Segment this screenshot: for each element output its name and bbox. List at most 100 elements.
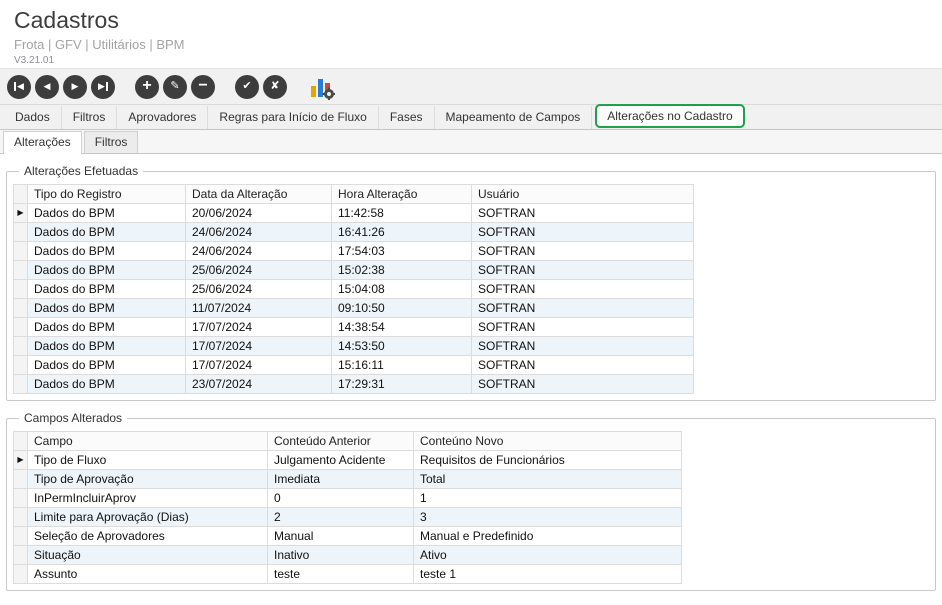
pencil-icon: ✎	[170, 80, 180, 92]
groupbox-legend: Alterações Efetuadas	[24, 164, 139, 178]
version-label: V3.21.01	[14, 55, 55, 66]
row-indicator-cell	[13, 355, 28, 375]
table-row[interactable]: ▶ Tipo de Fluxo Julgamento Acidente Requisi…	[13, 450, 682, 470]
row-indicator-cell	[13, 298, 28, 318]
table-cell: teste 1	[413, 564, 682, 584]
table-row[interactable]: Dados do BPM 24/06/2024 17:54:03 SOFTRAN	[13, 241, 694, 261]
next-record-button[interactable]: ▶	[63, 74, 87, 99]
last-record-button[interactable]: ▶	[91, 74, 115, 99]
table-cell: Dados do BPM	[27, 279, 186, 299]
table-cell: SOFTRAN	[471, 222, 694, 242]
bar-chart-gear-icon	[311, 78, 335, 100]
table-row[interactable]: Seleção de Aprovadores Manual Manual e Pre…	[13, 526, 682, 546]
table-row[interactable]: Limite para Aprovação (Dias) 2 3	[13, 507, 682, 527]
table-cell: SOFTRAN	[471, 317, 694, 337]
table-row[interactable]: Dados do BPM 17/07/2024 14:38:54 SOFTRAN	[13, 317, 694, 337]
table-cell: Dados do BPM	[27, 336, 186, 356]
row-indicator-cell	[13, 241, 28, 261]
column-header[interactable]: Campo	[27, 431, 268, 451]
table-cell: Dados do BPM	[27, 355, 186, 375]
table-row[interactable]: Dados do BPM 25/06/2024 15:04:08 SOFTRAN	[13, 279, 694, 299]
table-cell: Julgamento Acidente	[267, 450, 414, 470]
subtab-alteracoes[interactable]: Alterações	[3, 131, 82, 154]
table-cell: 17:29:31	[331, 374, 472, 394]
table-cell: Dados do BPM	[27, 222, 186, 242]
column-header[interactable]: Conteúdo Anterior	[267, 431, 414, 451]
groupbox-alteracoes-efetuadas: Alterações Efetuadas Tipo do Registro Dat…	[6, 164, 936, 401]
table-cell: Total	[413, 469, 682, 489]
campos-grid: Campo Conteúdo Anterior Conteúno Novo ▶ Tipo…	[13, 431, 682, 584]
check-icon: ✔	[242, 80, 252, 92]
table-cell: 17/07/2024	[185, 355, 332, 375]
table-cell: 2	[267, 507, 414, 527]
row-indicator-cell	[13, 469, 28, 489]
row-indicator-icon: ▶	[13, 450, 28, 470]
table-row[interactable]: Dados do BPM 25/06/2024 15:02:38 SOFTRAN	[13, 260, 694, 280]
table-cell: 11:42:58	[331, 203, 472, 223]
row-indicator-cell	[13, 317, 28, 337]
table-row[interactable]: ▶ Dados do BPM 20/06/2024 11:42:58 SOFTRAN	[13, 203, 694, 223]
chart-settings-button[interactable]	[309, 74, 335, 100]
table-row[interactable]: Dados do BPM 17/07/2024 14:53:50 SOFTRAN	[13, 336, 694, 356]
row-indicator-cell	[13, 260, 28, 280]
row-indicator-cell	[13, 545, 28, 565]
groupbox-legend: Campos Alterados	[24, 411, 123, 425]
tab-filtros[interactable]: Filtros	[62, 106, 118, 129]
table-row[interactable]: Assunto teste teste 1	[13, 564, 682, 584]
table-cell: teste	[267, 564, 414, 584]
cancel-button[interactable]: ✘	[263, 74, 287, 99]
last-record-icon: ▶	[98, 82, 108, 91]
table-cell: 15:02:38	[331, 260, 472, 280]
table-row[interactable]: Dados do BPM 17/07/2024 15:16:11 SOFTRAN	[13, 355, 694, 375]
table-cell: 0	[267, 488, 414, 508]
toolbar: ◀ ◀ ▶ ▶ + ✎ − ✔ ✘	[0, 68, 942, 105]
column-header[interactable]: Usuário	[471, 184, 694, 204]
tab-mapeamento-de-campos[interactable]: Mapeamento de Campos	[435, 106, 593, 129]
table-cell: 17:54:03	[331, 241, 472, 261]
insert-record-button[interactable]: +	[135, 74, 159, 99]
prior-record-icon: ◀	[43, 81, 51, 91]
confirm-button[interactable]: ✔	[235, 74, 259, 99]
table-cell: Manual e Predefinido	[413, 526, 682, 546]
table-cell: Dados do BPM	[27, 317, 186, 337]
prior-record-button[interactable]: ◀	[35, 74, 59, 99]
table-cell: Inativo	[267, 545, 414, 565]
minus-icon: −	[198, 76, 208, 94]
table-cell: SOFTRAN	[471, 203, 694, 223]
table-row[interactable]: InPermIncluirAprov 0 1	[13, 488, 682, 508]
edit-record-button[interactable]: ✎	[163, 74, 187, 99]
table-cell: Ativo	[413, 545, 682, 565]
column-header[interactable]: Hora Alteração	[331, 184, 472, 204]
tab-dados[interactable]: Dados	[4, 106, 62, 129]
groupbox-campos-alterados: Campos Alterados Campo Conteúdo Anterior C…	[6, 411, 936, 591]
table-row[interactable]: Dados do BPM 24/06/2024 16:41:26 SOFTRAN	[13, 222, 694, 242]
column-header[interactable]: Tipo do Registro	[27, 184, 186, 204]
tab-fases[interactable]: Fases	[379, 106, 435, 129]
tab-aprovadores[interactable]: Aprovadores	[117, 106, 209, 129]
subtab-filtros[interactable]: Filtros	[83, 131, 139, 153]
table-row[interactable]: Dados do BPM 11/07/2024 09:10:50 SOFTRAN	[13, 298, 694, 318]
column-header[interactable]: Data da Alteração	[185, 184, 332, 204]
tab-alteracoes-no-cadastro[interactable]: Alterações no Cadastro	[595, 104, 745, 128]
table-cell: 23/07/2024	[185, 374, 332, 394]
first-record-button[interactable]: ◀	[7, 74, 31, 99]
table-cell: 25/06/2024	[185, 260, 332, 280]
table-cell: SOFTRAN	[471, 355, 694, 375]
row-indicator-cell	[13, 374, 28, 394]
table-row[interactable]: Situação Inativo Ativo	[13, 545, 682, 565]
table-cell: 14:53:50	[331, 336, 472, 356]
table-cell: SOFTRAN	[471, 336, 694, 356]
table-cell: 24/06/2024	[185, 222, 332, 242]
table-cell: Dados do BPM	[27, 241, 186, 261]
table-cell: 3	[413, 507, 682, 527]
table-cell: Dados do BPM	[27, 298, 186, 318]
table-cell: SOFTRAN	[471, 260, 694, 280]
table-row[interactable]: Dados do BPM 23/07/2024 17:29:31 SOFTRAN	[13, 374, 694, 394]
tab-regras-inicio-fluxo[interactable]: Regras para Início de Fluxo	[208, 106, 379, 129]
row-indicator-cell	[13, 336, 28, 356]
column-header[interactable]: Conteúno Novo	[413, 431, 682, 451]
table-cell: 1	[413, 488, 682, 508]
delete-record-button[interactable]: −	[191, 74, 215, 99]
table-row[interactable]: Tipo de Aprovação Imediata Total	[13, 469, 682, 489]
table-cell: SOFTRAN	[471, 279, 694, 299]
